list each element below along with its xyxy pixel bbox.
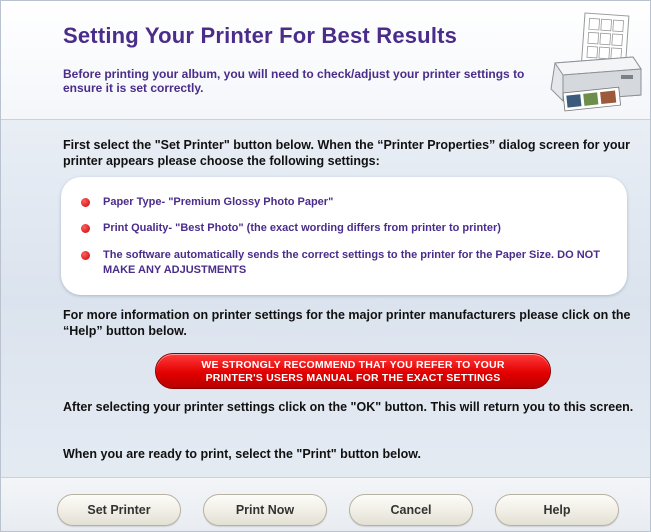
printer-icon <box>550 12 642 112</box>
setting-text: The software automatically sends the cor… <box>103 249 600 276</box>
printer-settings-dialog: Setting Your Printer For Best Results Be… <box>0 0 651 532</box>
page-title: Setting Your Printer For Best Results <box>63 23 458 48</box>
setting-text: Paper Type- "Premium Glossy Photo Paper" <box>103 196 334 208</box>
button-bar: Set Printer Print Now Cancel Help <box>1 477 650 531</box>
help-button[interactable]: Help <box>495 494 619 526</box>
after-select-text: After selecting your printer settings cl… <box>63 400 634 414</box>
dialog-header: Setting Your Printer For Best Results Be… <box>1 1 650 120</box>
warning-line-1: WE STRONGLY RECOMMEND THAT YOU REFER TO … <box>201 359 505 371</box>
intro-text: First select the "Set Printer" button be… <box>63 138 631 168</box>
settings-panel: Paper Type- "Premium Glossy Photo Paper"… <box>61 177 627 295</box>
more-info-text: For more information on printer settings… <box>63 308 631 338</box>
warning-banner: WE STRONGLY RECOMMEND THAT YOU REFER TO … <box>155 353 551 389</box>
cancel-button[interactable]: Cancel <box>349 494 473 526</box>
page-subtitle: Before printing your album, you will nee… <box>63 67 525 95</box>
bullet-icon <box>81 251 90 260</box>
setting-text: Print Quality- "Best Photo" (the exact w… <box>103 222 501 234</box>
bullet-icon <box>81 224 90 233</box>
warning-line-2: PRINTER'S USERS MANUAL FOR THE EXACT SET… <box>205 372 501 384</box>
print-now-button[interactable]: Print Now <box>203 494 327 526</box>
bullet-icon <box>81 198 90 207</box>
set-printer-button[interactable]: Set Printer <box>57 494 181 526</box>
ready-to-print-text: When you are ready to print, select the … <box>63 447 421 461</box>
